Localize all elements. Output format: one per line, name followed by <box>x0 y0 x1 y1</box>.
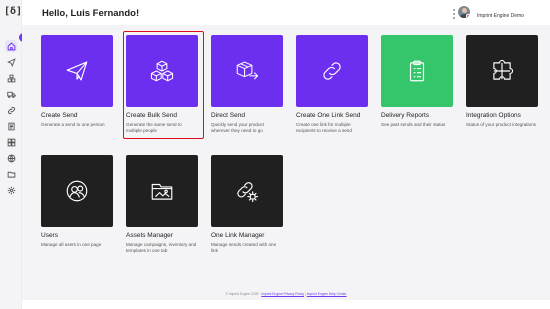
card-title: Users <box>41 232 58 239</box>
card-title: Assets Manager <box>126 232 173 239</box>
puzzle-icon <box>493 59 514 80</box>
avatar[interactable] <box>458 6 470 18</box>
card-title: Direct Send <box>211 112 245 119</box>
users-tile[interactable] <box>41 155 113 227</box>
card-title: Delivery Reports <box>381 112 430 119</box>
clipboard-icon <box>409 60 425 82</box>
card-assets-manager[interactable]: Assets Manager Manage campaigns, invento… <box>126 155 198 254</box>
card-description: Manage sends created with one link <box>211 241 277 253</box>
more-menu-icon[interactable] <box>452 9 456 19</box>
create-send-tile[interactable] <box>41 35 113 107</box>
card-description: Manage campaigns, inventory and template… <box>126 241 197 253</box>
folder-image-icon <box>151 183 173 200</box>
assets-manager-tile[interactable] <box>126 155 198 227</box>
users-icon <box>66 180 88 202</box>
card-integration-options[interactable]: Integration Options Status of your produ… <box>466 35 538 128</box>
create-one-link-send-tile[interactable] <box>296 35 368 107</box>
footer-separator: | <box>304 292 306 296</box>
card-title: Create One Link Send <box>296 112 361 119</box>
delivery-reports-tile[interactable] <box>381 35 453 107</box>
selected-card-highlight <box>123 31 204 139</box>
card-direct-send[interactable]: Direct Send Quickly send your product wh… <box>211 35 283 134</box>
sidebar-home-icon[interactable] <box>5 40 17 52</box>
user-name[interactable]: Imprint Engine Demo <box>477 13 524 19</box>
card-users[interactable]: Users Manage all users in one page <box>41 155 113 248</box>
box-arrow-icon <box>236 61 259 80</box>
sidebar-send-icon[interactable] <box>5 56 17 68</box>
sidebar-folder-icon[interactable] <box>5 168 17 180</box>
sidebar-report-icon[interactable] <box>5 120 17 132</box>
sidebar-truck-icon[interactable] <box>5 88 17 100</box>
direct-send-tile[interactable] <box>211 35 283 107</box>
sidebar-grid-icon[interactable] <box>5 136 17 148</box>
sidebar: [δ] <box>0 0 22 309</box>
page-title: Hello, Luis Fernando! <box>42 8 140 19</box>
footer: © Imprint Engine 2025 · Imprint Engine P… <box>22 292 550 296</box>
footer-copyright: © Imprint Engine 2025 · <box>225 292 261 296</box>
card-title: Create Send <box>41 112 78 119</box>
card-description: Status of your product integrations <box>466 121 536 127</box>
card-create-send[interactable]: Create Send Generate a send to one perso… <box>41 35 113 128</box>
card-title: One Link Manager <box>211 232 265 239</box>
card-one-link-manager[interactable]: One Link Manager Manage sends created wi… <box>211 155 283 254</box>
card-description: Quickly send your product wherever they … <box>211 121 265 133</box>
card-description: Create one link for multiple recipients … <box>296 121 352 133</box>
help-center-link[interactable]: Imprint Engine Help Center <box>307 292 347 296</box>
privacy-policy-link[interactable]: Imprint Engine Privacy Policy <box>261 292 304 296</box>
card-description: Generate a send to one person <box>41 121 105 127</box>
one-link-manager-tile[interactable] <box>211 155 283 227</box>
sidebar-link-icon[interactable] <box>5 104 17 116</box>
link-gear-icon <box>237 182 259 203</box>
card-delivery-reports[interactable]: Delivery Reports See past sends and thei… <box>381 35 453 128</box>
integration-options-tile[interactable] <box>466 35 538 107</box>
app-logo[interactable]: [δ] <box>4 5 22 19</box>
card-description: See past sends and their status <box>381 121 446 127</box>
card-title: Integration Options <box>466 112 521 119</box>
sidebar-globe-icon[interactable] <box>5 152 17 164</box>
notification-dot-icon <box>466 14 470 18</box>
paper-plane-icon <box>66 61 88 81</box>
link-icon <box>323 62 341 80</box>
sidebar-settings-icon[interactable] <box>5 184 17 196</box>
card-description: Manage all users in one page <box>41 241 102 247</box>
card-create-one-link-send[interactable]: Create One Link Send Create one link for… <box>296 35 368 134</box>
sidebar-boxes-icon[interactable] <box>5 72 17 84</box>
